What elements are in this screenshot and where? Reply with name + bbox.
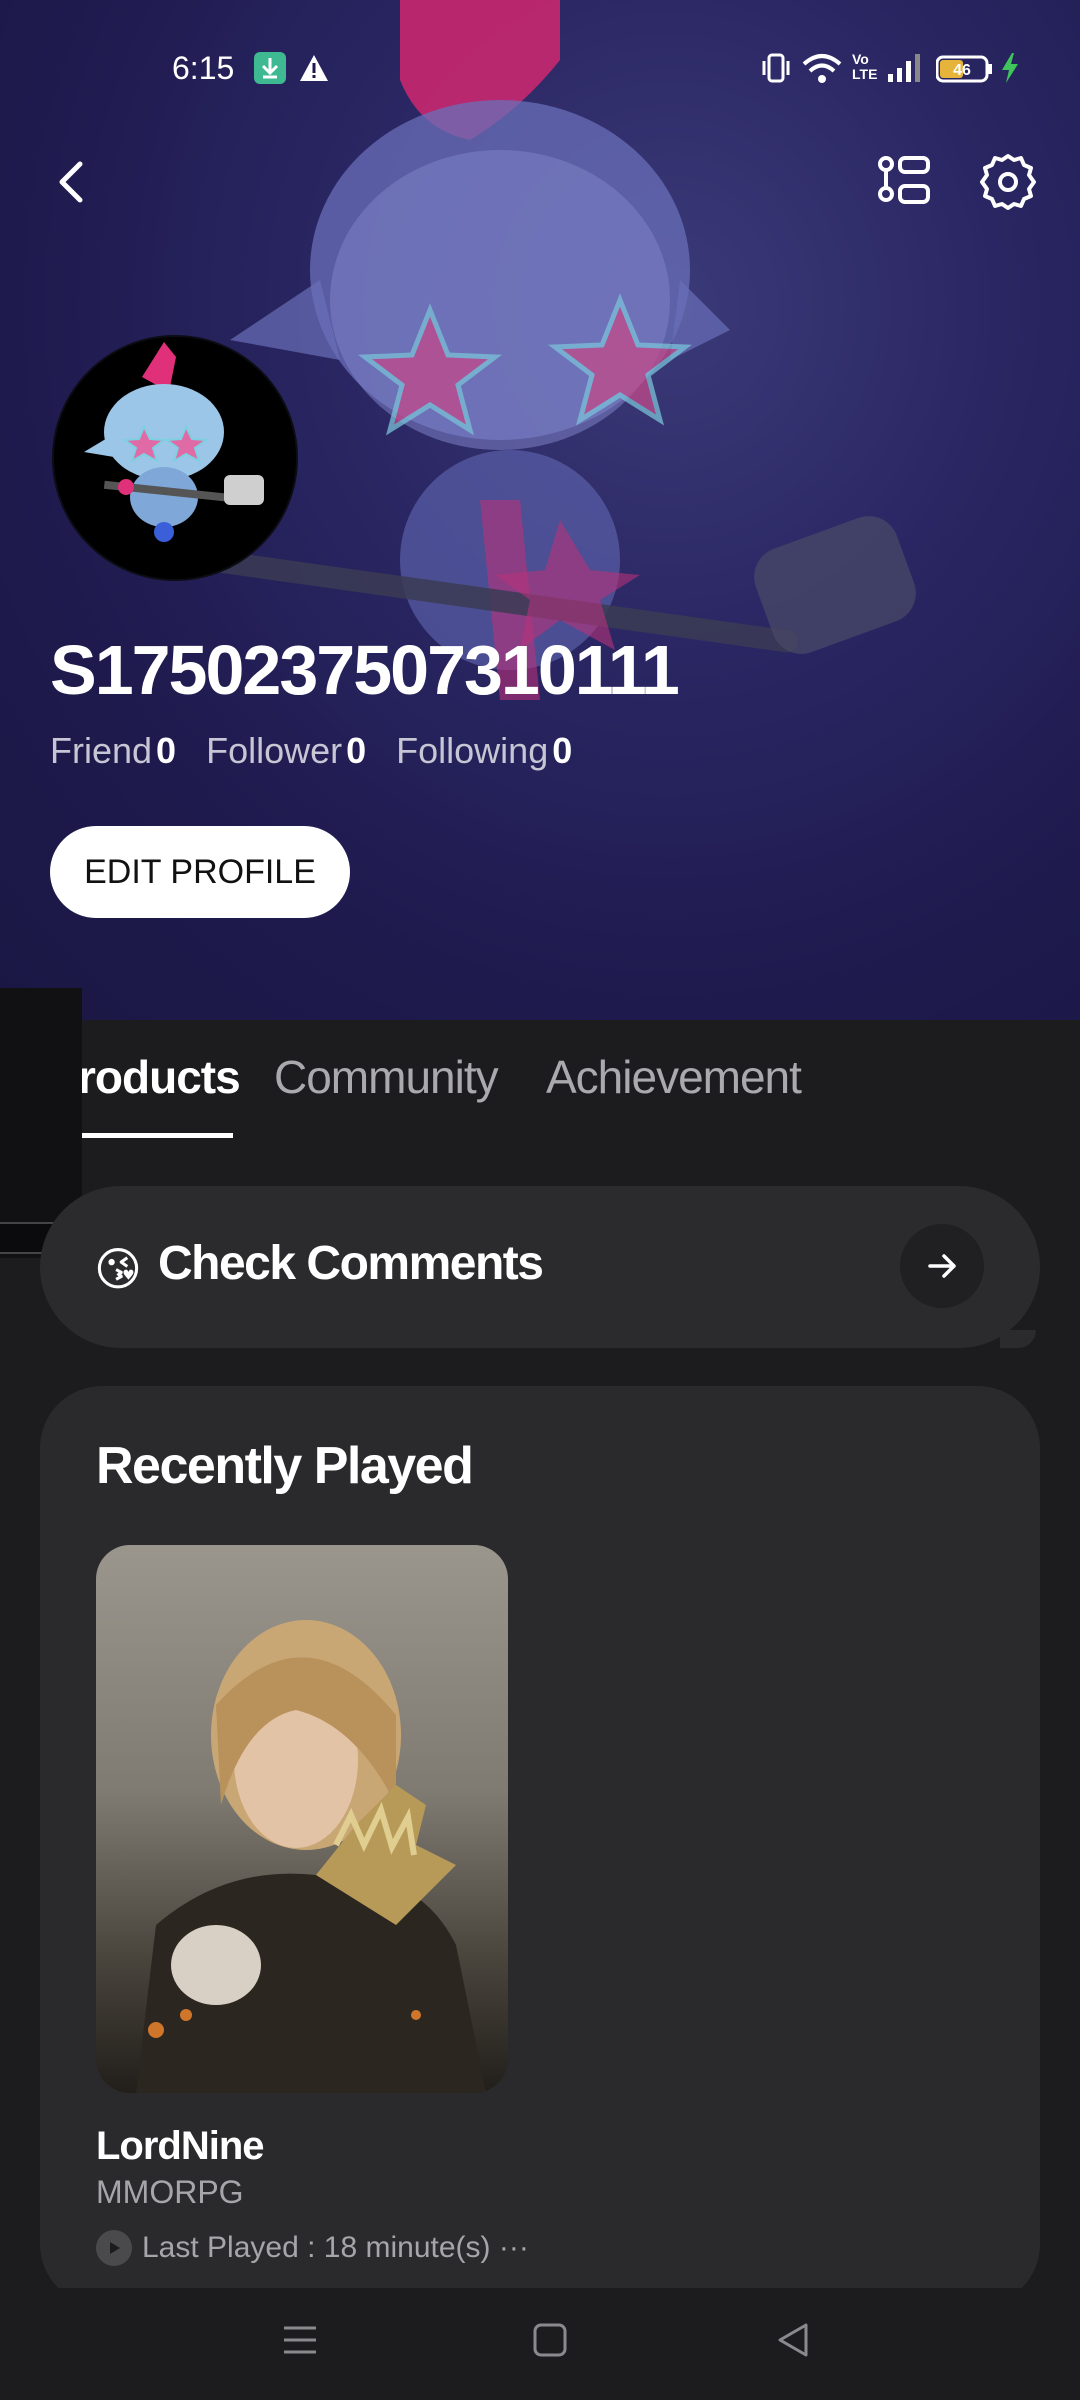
tab-products[interactable]: roducts xyxy=(78,1050,241,1104)
avatar[interactable] xyxy=(52,335,298,581)
settings-button[interactable] xyxy=(976,150,1040,214)
game-genre: MMORPG xyxy=(96,2174,244,2210)
last-played-info: Last Played : 18 minute(s) ··· xyxy=(96,2230,529,2266)
active-tab-indicator xyxy=(80,1133,233,1138)
kiss-emoji-icon: 😘 xyxy=(94,1243,142,1295)
recently-played-title: Recently Played xyxy=(96,1437,474,1495)
check-comments-arrow-button[interactable] xyxy=(900,1224,984,1308)
back-nav-button[interactable] xyxy=(776,2322,812,2363)
gear-icon xyxy=(980,154,1036,210)
play-icon xyxy=(96,2230,132,2266)
vibrate-icon xyxy=(762,52,790,89)
list-settings-button[interactable] xyxy=(874,150,938,214)
stat-value: 0 xyxy=(346,730,367,771)
comments-bubble-tail xyxy=(1000,1330,1036,1348)
last-played-text: Last Played : 18 minute(s) ··· xyxy=(142,2231,529,2264)
stat-follower[interactable]: Follower 0 xyxy=(206,730,366,772)
stat-following[interactable]: Following 0 xyxy=(396,730,572,772)
profile-stats: Friend 0 Follower 0 Following 0 xyxy=(50,730,572,772)
tab-achievement[interactable]: Achievement xyxy=(546,1050,802,1104)
download-icon xyxy=(254,52,286,89)
check-comments-label: Check Comments xyxy=(158,1237,544,1290)
triangle-back-icon xyxy=(778,2323,808,2357)
stat-label: Follower xyxy=(206,730,343,771)
home-nav-button[interactable] xyxy=(532,2322,568,2363)
status-bar: 6:15 Vo LTE 46 xyxy=(0,0,1080,140)
volte-icon: Vo LTE xyxy=(852,51,878,82)
profile-tabs: roducts Community Achievement xyxy=(0,1040,1080,1140)
stat-value: 0 xyxy=(156,730,177,771)
username: S1750237507310111 xyxy=(50,631,680,709)
edit-profile-button[interactable]: EDIT PROFILE xyxy=(50,826,350,918)
arrow-right-icon xyxy=(928,1254,956,1278)
status-time: 6:15 xyxy=(172,50,235,86)
svg-text:46: 46 xyxy=(953,62,971,79)
game-name[interactable]: LordNine xyxy=(96,2124,265,2169)
square-home-icon xyxy=(533,2323,567,2357)
chevron-left-icon xyxy=(59,161,83,203)
game-character-art xyxy=(136,1620,486,2093)
stat-label: Friend xyxy=(50,730,153,771)
stat-friend[interactable]: Friend 0 xyxy=(50,730,176,772)
stat-value: 0 xyxy=(552,730,573,771)
stat-label: Following xyxy=(396,730,549,771)
list-settings-icon xyxy=(878,156,930,204)
battery-icon: 46 xyxy=(935,52,994,89)
wifi-icon xyxy=(802,52,842,89)
signal-icon xyxy=(886,52,922,89)
charging-icon xyxy=(1000,52,1020,89)
tab-community[interactable]: Community xyxy=(274,1050,499,1104)
hamburger-icon xyxy=(284,2326,316,2354)
menu-nav-button[interactable] xyxy=(282,2322,318,2363)
avatar-character-icon xyxy=(84,342,264,542)
game-cover-image[interactable] xyxy=(96,1545,508,2093)
back-button[interactable] xyxy=(40,150,104,214)
warning-icon xyxy=(298,52,330,89)
